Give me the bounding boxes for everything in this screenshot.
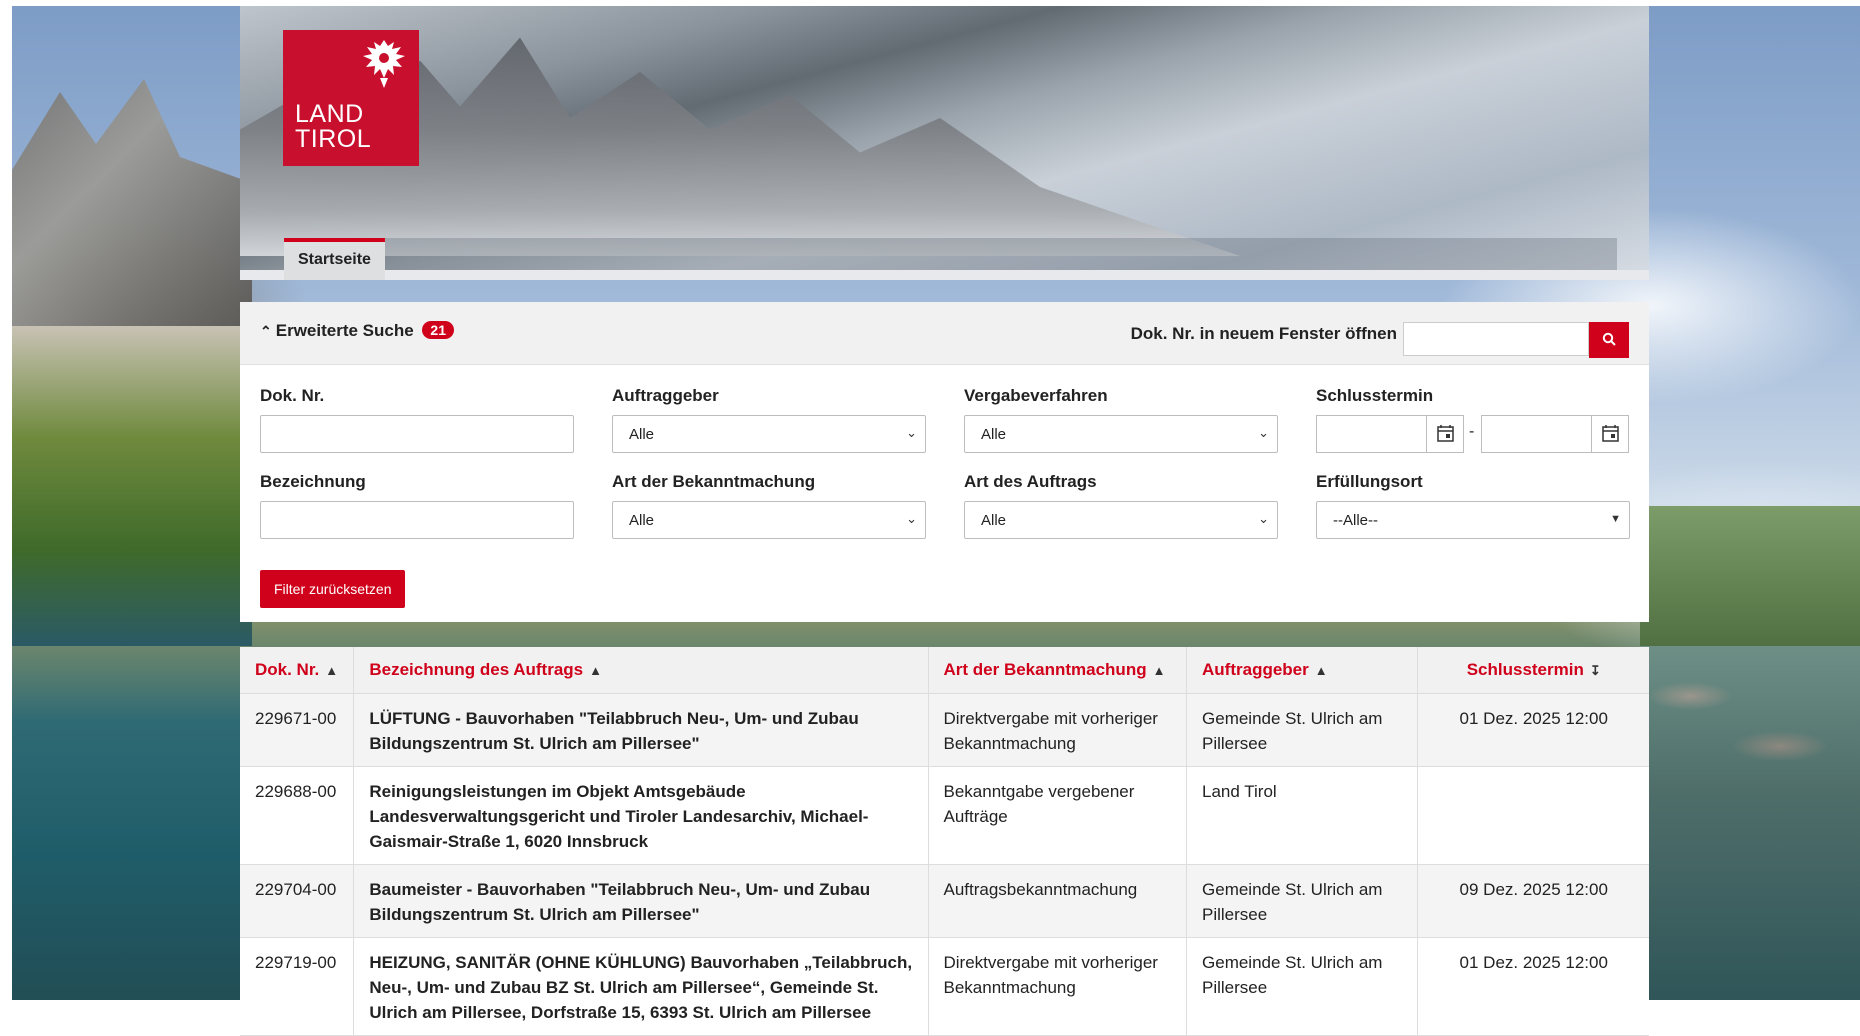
vergabeverfahren-select[interactable]: Alle ⌄	[964, 415, 1278, 453]
col-header-auftraggeber[interactable]: Auftraggeber ▲︎	[1186, 647, 1419, 694]
cell-dok-nr: 229719-00	[240, 937, 355, 1036]
logo-line-2: TIROL	[295, 125, 372, 153]
page-container: LAND TIROL Startseite ⌃ Erweiterte Suche …	[240, 6, 1649, 1036]
col-label: Dok. Nr.	[255, 660, 320, 679]
chevron-down-icon: ⌄	[906, 425, 917, 440]
cell-art: Direktvergabe mit vorheriger Bekanntmach…	[928, 937, 1188, 1036]
land-tirol-logo[interactable]: LAND TIROL	[283, 30, 419, 166]
cell-schlusstermin: 01 Dez. 2025 12:00	[1417, 693, 1649, 767]
advanced-search-label: Erweiterte Suche	[275, 321, 414, 340]
meadow-left	[12, 326, 252, 646]
open-doc-search-button[interactable]	[1589, 322, 1629, 358]
cell-dok-nr: 229688-00	[240, 766, 355, 865]
caret-down-icon: ▼	[1610, 513, 1621, 525]
cell-auftraggeber: Gemeinde St. Ulrich am Pillersee	[1186, 864, 1419, 938]
chevron-up-icon: ⌃	[260, 323, 272, 339]
art-bekanntmachung-select[interactable]: Alle ⌄	[612, 501, 926, 539]
cell-schlusstermin: 01 Dez. 2025 12:00	[1417, 937, 1649, 1036]
sort-icon: ▲︎	[1314, 663, 1328, 678]
col-label: Auftraggeber	[1202, 660, 1309, 679]
cell-auftraggeber: Gemeinde St. Ulrich am Pillersee	[1186, 937, 1419, 1036]
search-icon	[1602, 332, 1616, 346]
calendar-icon[interactable]	[1591, 416, 1628, 452]
logo-line-1: LAND	[295, 100, 364, 128]
cell-title[interactable]: LÜFTUNG - Bauvorhaben "Teilabbruch Neu-,…	[353, 693, 929, 767]
cell-art: Auftragsbekanntmachung	[928, 864, 1188, 938]
label-art-bekanntmachung: Art der Bekanntmachung	[612, 472, 816, 491]
art-bekanntmachung-value: Alle	[629, 512, 655, 529]
search-panel: ⌃ Erweiterte Suche 21 Dok. Nr. in neuem F…	[240, 302, 1649, 622]
cell-auftraggeber: Gemeinde St. Ulrich am Pillersee	[1186, 693, 1419, 767]
label-art-auftrag: Art des Auftrags	[964, 472, 1097, 491]
schlusstermin-to-input[interactable]	[1481, 415, 1629, 453]
chevron-down-icon: ⌄	[906, 511, 917, 526]
cell-title[interactable]: HEIZUNG, SANITÄR (OHNE KÜHLUNG) Bauvorha…	[353, 937, 929, 1036]
header-bottom-strip	[240, 270, 1649, 280]
table-row[interactable]: 229688-00 Reinigungsleistungen im Objekt…	[240, 766, 1649, 865]
vergabeverfahren-value: Alle	[981, 426, 1007, 443]
erfuellungsort-select[interactable]: --Alle-- ▼	[1316, 501, 1630, 539]
sort-icon: ▲︎	[1152, 663, 1166, 678]
sort-icon: ▲︎	[589, 663, 603, 678]
header-banner: LAND TIROL Startseite	[240, 6, 1649, 280]
eagle-icon	[363, 40, 405, 88]
col-header-art-bekanntmachung[interactable]: Art der Bekanntmachung ▲︎	[928, 647, 1188, 694]
label-bezeichnung: Bezeichnung	[260, 472, 366, 491]
cell-schlusstermin: 09 Dez. 2025 12:00	[1417, 864, 1649, 938]
meadow-right	[1640, 506, 1860, 666]
col-label: Schlusstermin	[1466, 660, 1584, 679]
label-dok-nr: Dok. Nr.	[260, 386, 325, 405]
dok-nr-input[interactable]	[260, 415, 574, 453]
table-row[interactable]: 229719-00 HEIZUNG, SANITÄR (OHNE KÜHLUNG…	[240, 937, 1649, 1036]
label-auftraggeber: Auftraggeber	[612, 386, 719, 405]
filter-count-badge: 21	[422, 321, 454, 339]
calendar-icon[interactable]	[1426, 416, 1463, 452]
erfuellungsort-value: --Alle--	[1333, 512, 1378, 529]
reset-filter-button[interactable]: Filter zurücksetzen	[260, 570, 406, 608]
art-auftrag-value: Alle	[981, 512, 1007, 529]
cell-schlusstermin	[1417, 766, 1649, 865]
schlusstermin-from-input[interactable]	[1316, 415, 1464, 453]
advanced-search-toggle[interactable]: ⌃ Erweiterte Suche 21	[260, 321, 454, 341]
label-vergabeverfahren: Vergabeverfahren	[964, 386, 1108, 405]
rocks-right	[1650, 666, 1840, 786]
cell-dok-nr: 229671-00	[240, 693, 355, 767]
cell-art: Bekanntgabe vergebener Aufträge	[928, 766, 1188, 865]
col-header-dok-nr[interactable]: Dok. Nr. ▲︎	[240, 647, 355, 694]
table-row[interactable]: 229671-00 LÜFTUNG - Bauvorhaben "Teilabb…	[240, 693, 1649, 767]
label-erfuellungsort: Erfüllungsort	[1316, 472, 1423, 491]
cell-title[interactable]: Reinigungsleistungen im Objekt Amtsgebäu…	[353, 766, 929, 865]
open-doc-label: Dok. Nr. in neuem Fenster öffnen	[1130, 324, 1397, 343]
cell-art: Direktvergabe mit vorheriger Bekanntmach…	[928, 693, 1188, 767]
tab-startseite[interactable]: Startseite	[284, 238, 385, 280]
date-range-separator: -	[1469, 423, 1475, 440]
sort-icon: ▲︎	[325, 663, 339, 678]
cell-dok-nr: 229704-00	[240, 864, 355, 938]
sort-desc-icon: ↧	[1589, 663, 1601, 678]
col-header-schlusstermin[interactable]: Schlusstermin ↧	[1417, 647, 1649, 694]
chevron-down-icon: ⌄	[1258, 511, 1269, 526]
col-label: Art der Bekanntmachung	[943, 660, 1147, 679]
search-panel-header: ⌃ Erweiterte Suche 21 Dok. Nr. in neuem F…	[240, 302, 1649, 365]
rock-formation-left	[12, 79, 252, 326]
table-row[interactable]: 229704-00 Baumeister - Bauvorhaben "Teil…	[240, 864, 1649, 938]
auftraggeber-select[interactable]: Alle ⌄	[612, 415, 926, 453]
auftraggeber-value: Alle	[629, 426, 655, 443]
cell-auftraggeber: Land Tirol	[1186, 766, 1419, 865]
chevron-down-icon: ⌄	[1258, 425, 1269, 440]
results-table: Dok. Nr. ▲︎ Bezeichnung des Auftrags ▲︎ Ar…	[240, 647, 1649, 1036]
art-auftrag-select[interactable]: Alle ⌄	[964, 501, 1278, 539]
table-header-row: Dok. Nr. ▲︎ Bezeichnung des Auftrags ▲︎ Ar…	[240, 647, 1649, 694]
label-schlusstermin: Schlusstermin	[1316, 386, 1434, 405]
logo-wordmark: LAND TIROL	[295, 102, 371, 152]
col-header-bezeichnung[interactable]: Bezeichnung des Auftrags ▲︎	[353, 647, 929, 694]
col-label: Bezeichnung des Auftrags	[369, 660, 584, 679]
bezeichnung-input[interactable]	[260, 501, 574, 539]
cell-title[interactable]: Baumeister - Bauvorhaben "Teilabbruch Ne…	[353, 864, 929, 938]
open-doc-input[interactable]	[1403, 322, 1589, 356]
